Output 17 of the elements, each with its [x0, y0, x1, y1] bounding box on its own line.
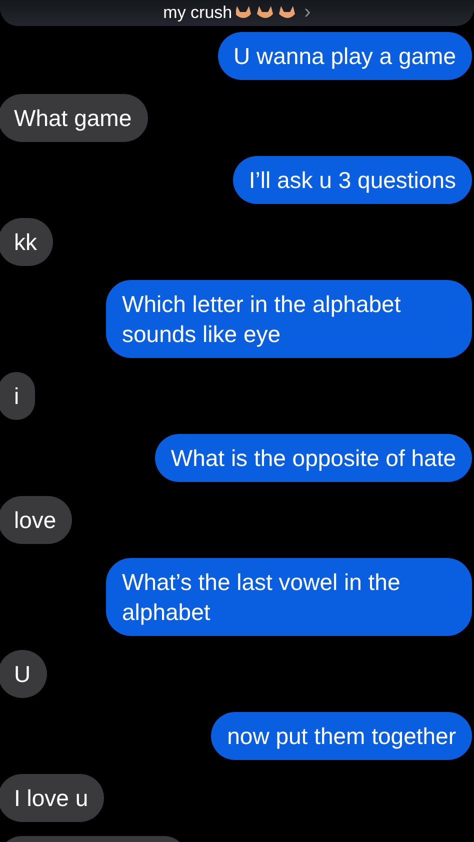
chevron-icon[interactable]: ›: [304, 3, 311, 22]
message-bubble: What is the opposite of hate: [154, 434, 472, 482]
message-bubble: i: [0, 372, 36, 420]
message-bubble: kk: [0, 218, 53, 266]
message-bubble: love: [0, 496, 72, 544]
message-bubble: What game: [0, 94, 148, 142]
contact-name[interactable]: my crush: [163, 3, 232, 22]
emoji-icon: [257, 6, 274, 18]
message-bubble: U: [0, 650, 47, 698]
message-bubble: now put them together: [211, 712, 472, 760]
message-bubble: Which letter in the alphabet sounds like eye: [106, 280, 472, 358]
message-bubble: I’ll ask u 3 questions: [232, 156, 472, 204]
message-bubble: What’s the last vowel in the alphabet: [106, 558, 472, 636]
emoji-icon: [279, 6, 296, 18]
message-bubble: U wanna play a game: [218, 32, 472, 80]
message-bubble: I love u: [0, 774, 104, 822]
emoji-icon: [236, 6, 252, 18]
